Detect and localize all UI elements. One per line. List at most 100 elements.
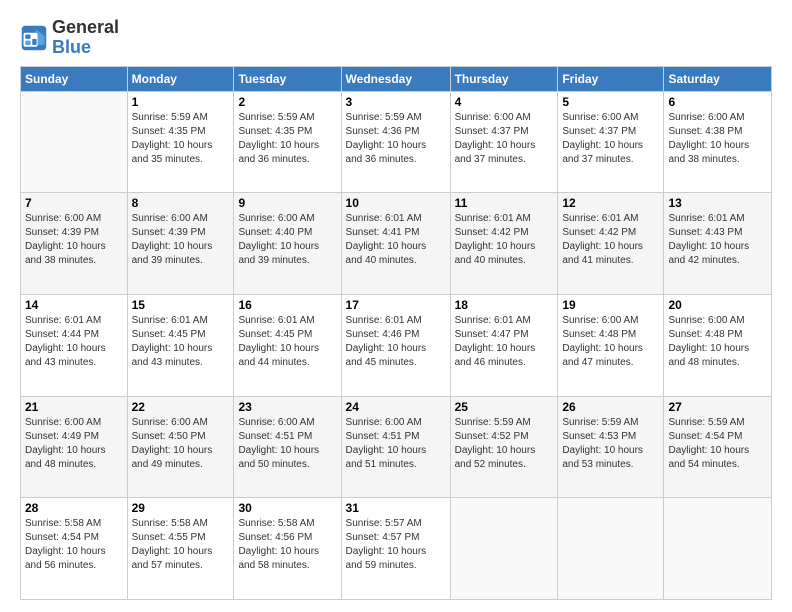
calendar-week-row: 1 Sunrise: 5:59 AM Sunset: 4:35 PM Daylig…: [21, 91, 772, 193]
day-info: Sunrise: 5:58 AM Sunset: 4:55 PM Dayligh…: [132, 517, 230, 573]
day-info: Sunrise: 6:00 AM Sunset: 4:39 PM Dayligh…: [25, 212, 123, 268]
day-info: Sunrise: 6:00 AM Sunset: 4:50 PM Dayligh…: [132, 416, 230, 472]
day-info: Sunrise: 5:58 AM Sunset: 4:56 PM Dayligh…: [238, 517, 336, 573]
day-info: Sunrise: 6:01 AM Sunset: 4:45 PM Dayligh…: [238, 314, 336, 370]
calendar-cell: 25Sunrise: 5:59 AM Sunset: 4:52 PM Dayli…: [450, 396, 558, 498]
calendar-header-saturday: Saturday: [664, 66, 772, 91]
calendar-cell: 21 Sunrise: 6:00 AM Sunset: 4:49 PM Dayli…: [21, 396, 128, 498]
calendar-table: SundayMondayTuesdayWednesdayThursdayFrid…: [20, 66, 772, 600]
calendar-cell: 4Sunrise: 6:00 AM Sunset: 4:37 PM Daylig…: [450, 91, 558, 193]
day-number: 21: [25, 400, 123, 414]
calendar-cell: 18 Sunrise: 6:01 AM Sunset: 4:47 PM Dayli…: [450, 294, 558, 396]
day-number: 3: [346, 95, 446, 109]
day-number: 4: [455, 95, 554, 109]
day-info: Sunrise: 5:59 AM Sunset: 4:52 PM Dayligh…: [455, 416, 554, 472]
day-info: Sunrise: 6:00 AM Sunset: 4:37 PM Dayligh…: [562, 111, 659, 167]
calendar-cell: 8 Sunrise: 6:00 AM Sunset: 4:39 PM Daylig…: [127, 193, 234, 295]
day-number: 1: [132, 95, 230, 109]
calendar-header-monday: Monday: [127, 66, 234, 91]
logo-general: General: [52, 17, 119, 37]
day-info: Sunrise: 6:01 AM Sunset: 4:47 PM Dayligh…: [455, 314, 554, 370]
calendar-cell: 12 Sunrise: 6:01 AM Sunset: 4:42 PM Dayli…: [558, 193, 664, 295]
day-number: 20: [668, 298, 767, 312]
calendar-header-row: SundayMondayTuesdayWednesdayThursdayFrid…: [21, 66, 772, 91]
day-number: 26: [562, 400, 659, 414]
day-info: Sunrise: 6:00 AM Sunset: 4:40 PM Dayligh…: [238, 212, 336, 268]
calendar-cell: 15Sunrise: 6:01 AM Sunset: 4:45 PM Dayli…: [127, 294, 234, 396]
calendar-cell: 20 Sunrise: 6:00 AM Sunset: 4:48 PM Dayli…: [664, 294, 772, 396]
day-info: Sunrise: 5:59 AM Sunset: 4:35 PM Dayligh…: [132, 111, 230, 167]
day-info: Sunrise: 6:00 AM Sunset: 4:39 PM Dayligh…: [132, 212, 230, 268]
calendar-cell: 17 Sunrise: 6:01 AM Sunset: 4:46 PM Dayli…: [341, 294, 450, 396]
calendar-cell: 16 Sunrise: 6:01 AM Sunset: 4:45 PM Dayli…: [234, 294, 341, 396]
calendar-cell: [558, 498, 664, 600]
calendar-cell: 28 Sunrise: 5:58 AM Sunset: 4:54 PM Dayli…: [21, 498, 128, 600]
day-number: 16: [238, 298, 336, 312]
day-number: 18: [455, 298, 554, 312]
calendar-header-thursday: Thursday: [450, 66, 558, 91]
calendar-week-row: 28 Sunrise: 5:58 AM Sunset: 4:54 PM Dayli…: [21, 498, 772, 600]
calendar-cell: 23 Sunrise: 6:00 AM Sunset: 4:51 PM Dayli…: [234, 396, 341, 498]
logo: General Blue: [20, 18, 119, 58]
day-info: Sunrise: 5:59 AM Sunset: 4:53 PM Dayligh…: [562, 416, 659, 472]
day-info: Sunrise: 5:58 AM Sunset: 4:54 PM Dayligh…: [25, 517, 123, 573]
day-info: Sunrise: 5:57 AM Sunset: 4:57 PM Dayligh…: [346, 517, 446, 573]
day-number: 22: [132, 400, 230, 414]
day-number: 17: [346, 298, 446, 312]
calendar-cell: 5Sunrise: 6:00 AM Sunset: 4:37 PM Daylig…: [558, 91, 664, 193]
calendar-cell: 26 Sunrise: 5:59 AM Sunset: 4:53 PM Dayli…: [558, 396, 664, 498]
calendar-cell: 19 Sunrise: 6:00 AM Sunset: 4:48 PM Dayli…: [558, 294, 664, 396]
day-number: 14: [25, 298, 123, 312]
day-number: 11: [455, 196, 554, 210]
day-number: 29: [132, 501, 230, 515]
calendar-cell: 27 Sunrise: 5:59 AM Sunset: 4:54 PM Dayli…: [664, 396, 772, 498]
day-info: Sunrise: 6:01 AM Sunset: 4:46 PM Dayligh…: [346, 314, 446, 370]
calendar-header-wednesday: Wednesday: [341, 66, 450, 91]
header: General Blue: [20, 18, 772, 58]
day-number: 2: [238, 95, 336, 109]
day-number: 28: [25, 501, 123, 515]
calendar-cell: 22 Sunrise: 6:00 AM Sunset: 4:50 PM Dayli…: [127, 396, 234, 498]
logo-blue: Blue: [52, 37, 91, 57]
day-number: 24: [346, 400, 446, 414]
day-info: Sunrise: 6:00 AM Sunset: 4:48 PM Dayligh…: [562, 314, 659, 370]
day-info: Sunrise: 5:59 AM Sunset: 4:35 PM Dayligh…: [238, 111, 336, 167]
calendar-cell: 2 Sunrise: 5:59 AM Sunset: 4:35 PM Daylig…: [234, 91, 341, 193]
page: General Blue SundayMondayTuesdayWednesda…: [0, 0, 792, 612]
logo-text: General Blue: [52, 18, 119, 58]
day-info: Sunrise: 5:59 AM Sunset: 4:54 PM Dayligh…: [668, 416, 767, 472]
day-info: Sunrise: 6:00 AM Sunset: 4:51 PM Dayligh…: [238, 416, 336, 472]
calendar-week-row: 7 Sunrise: 6:00 AM Sunset: 4:39 PM Daylig…: [21, 193, 772, 295]
day-number: 8: [132, 196, 230, 210]
day-info: Sunrise: 6:00 AM Sunset: 4:38 PM Dayligh…: [668, 111, 767, 167]
day-number: 23: [238, 400, 336, 414]
day-number: 7: [25, 196, 123, 210]
calendar-cell: 1 Sunrise: 5:59 AM Sunset: 4:35 PM Daylig…: [127, 91, 234, 193]
calendar-cell: 31 Sunrise: 5:57 AM Sunset: 4:57 PM Dayli…: [341, 498, 450, 600]
day-number: 12: [562, 196, 659, 210]
calendar-cell: 3Sunrise: 5:59 AM Sunset: 4:36 PM Daylig…: [341, 91, 450, 193]
day-info: Sunrise: 6:01 AM Sunset: 4:45 PM Dayligh…: [132, 314, 230, 370]
calendar-cell: 7 Sunrise: 6:00 AM Sunset: 4:39 PM Daylig…: [21, 193, 128, 295]
day-info: Sunrise: 6:00 AM Sunset: 4:48 PM Dayligh…: [668, 314, 767, 370]
day-number: 9: [238, 196, 336, 210]
day-info: Sunrise: 6:01 AM Sunset: 4:42 PM Dayligh…: [562, 212, 659, 268]
calendar-cell: 24Sunrise: 6:00 AM Sunset: 4:51 PM Dayli…: [341, 396, 450, 498]
day-info: Sunrise: 6:01 AM Sunset: 4:41 PM Dayligh…: [346, 212, 446, 268]
calendar-cell: 13Sunrise: 6:01 AM Sunset: 4:43 PM Dayli…: [664, 193, 772, 295]
day-number: 30: [238, 501, 336, 515]
calendar-week-row: 21 Sunrise: 6:00 AM Sunset: 4:49 PM Dayli…: [21, 396, 772, 498]
day-info: Sunrise: 6:00 AM Sunset: 4:49 PM Dayligh…: [25, 416, 123, 472]
logo-icon: [20, 24, 48, 52]
calendar-cell: [450, 498, 558, 600]
calendar-cell: 14 Sunrise: 6:01 AM Sunset: 4:44 PM Dayli…: [21, 294, 128, 396]
calendar-cell: 6Sunrise: 6:00 AM Sunset: 4:38 PM Daylig…: [664, 91, 772, 193]
day-number: 31: [346, 501, 446, 515]
calendar-cell: 29 Sunrise: 5:58 AM Sunset: 4:55 PM Dayli…: [127, 498, 234, 600]
calendar-header-sunday: Sunday: [21, 66, 128, 91]
day-number: 19: [562, 298, 659, 312]
day-info: Sunrise: 6:01 AM Sunset: 4:42 PM Dayligh…: [455, 212, 554, 268]
day-number: 27: [668, 400, 767, 414]
day-info: Sunrise: 6:01 AM Sunset: 4:44 PM Dayligh…: [25, 314, 123, 370]
day-info: Sunrise: 6:01 AM Sunset: 4:43 PM Dayligh…: [668, 212, 767, 268]
